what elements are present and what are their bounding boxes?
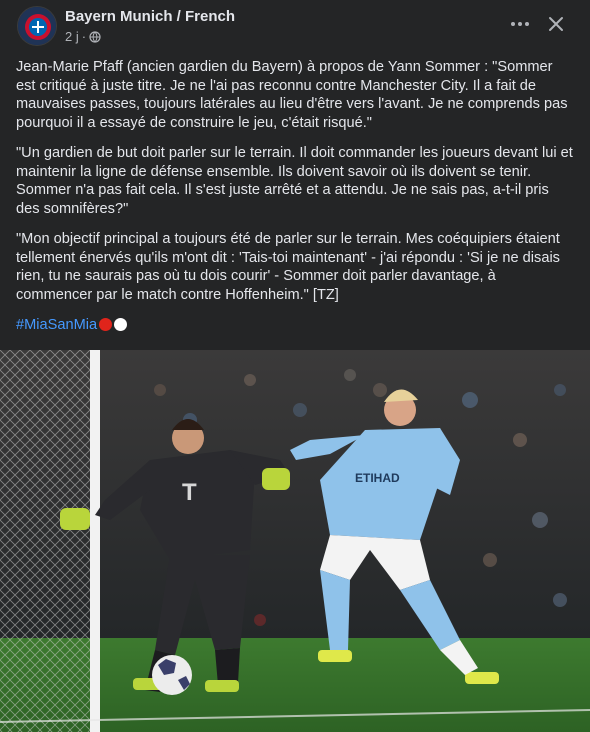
football-photo: T ETIHAD — [0, 350, 590, 732]
page-avatar[interactable] — [17, 6, 57, 46]
close-button[interactable] — [539, 10, 573, 38]
post-paragraph: "Mon objectif principal a toujours été d… — [16, 231, 560, 303]
white-circle-icon — [114, 318, 128, 331]
close-icon — [549, 17, 563, 31]
hashtag-line: #MiaSanMia — [16, 316, 574, 335]
page-name[interactable]: Bayern Munich / French — [65, 8, 235, 25]
post-text: Jean-Marie Pfaff (ancien gardien du Baye… — [16, 58, 574, 347]
more-options-button[interactable] — [503, 10, 537, 38]
more-horizontal-icon — [511, 22, 529, 26]
meta-separator: · — [81, 29, 87, 44]
svg-text:ETIHAD: ETIHAD — [355, 471, 400, 485]
post-paragraph: "Un gardien de but doit parler sur le te… — [16, 145, 573, 217]
post-photo[interactable]: T ETIHAD — [0, 350, 590, 732]
globe-icon — [89, 30, 101, 43]
post-paragraph: Jean-Marie Pfaff (ancien gardien du Baye… — [16, 59, 568, 131]
svg-text:T: T — [182, 479, 197, 506]
hashtag-link[interactable]: #MiaSanMia — [16, 317, 97, 333]
red-circle-icon — [99, 318, 113, 331]
post-time[interactable]: 2 j — [65, 29, 79, 44]
post-meta: 2 j · — [65, 29, 101, 44]
post-header: Bayern Munich / French 2 j · — [0, 0, 590, 52]
